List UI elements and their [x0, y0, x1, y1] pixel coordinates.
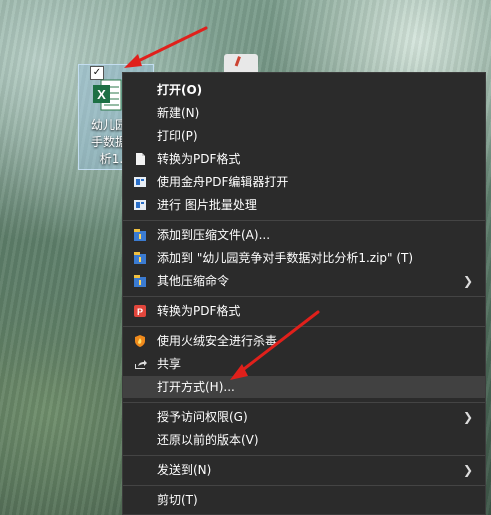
menu-item-print[interactable]: 打印(P): [123, 125, 485, 147]
pdf-convert-icon: P: [134, 305, 146, 317]
menu-item-open-with[interactable]: 打开方式(H)...: [123, 376, 485, 398]
menu-item-label: 打开(O): [157, 83, 203, 97]
menu-item-label: 打印(P): [157, 129, 198, 143]
menu-item-new[interactable]: 新建(N): [123, 102, 485, 124]
menu-separator: [123, 326, 485, 327]
context-menu: 打开(O) 新建(N) 打印(P) 转换为PDF格式 使用金舟PDF编辑器打开 …: [122, 72, 486, 515]
menu-item-label: 发送到(N): [157, 463, 212, 477]
menu-separator: [123, 296, 485, 297]
chevron-right-icon: ❯: [462, 274, 473, 288]
menu-item-label: 共享: [157, 357, 182, 371]
menu-item-open-jinzhou-pdf[interactable]: 使用金舟PDF编辑器打开: [123, 171, 485, 193]
menu-item-convert-pdf-2[interactable]: P 转换为PDF格式: [123, 300, 485, 322]
menu-item-other-compress[interactable]: 其他压缩命令 ❯: [123, 270, 485, 292]
menu-item-label: 添加到压缩文件(A)...: [157, 228, 271, 242]
menu-item-add-to-archive[interactable]: 添加到压缩文件(A)...: [123, 224, 485, 246]
menu-item-label: 转换为PDF格式: [157, 304, 241, 318]
menu-item-label: 授予访问权限(G): [157, 410, 248, 424]
menu-item-label: 使用火绒安全进行杀毒: [157, 334, 278, 348]
menu-separator: [123, 402, 485, 403]
menu-item-label: 转换为PDF格式: [157, 152, 241, 166]
menu-item-cut[interactable]: 剪切(T): [123, 489, 485, 511]
menu-item-label: 进行 图片批量处理: [157, 198, 257, 212]
menu-separator: [123, 220, 485, 221]
pdf-editor-icon: [134, 177, 146, 187]
menu-item-batch-image[interactable]: 进行 图片批量处理: [123, 194, 485, 216]
menu-item-add-to-zip[interactable]: 添加到 "幼儿园竞争对手数据对比分析1.zip" (T): [123, 247, 485, 269]
menu-separator: [123, 455, 485, 456]
menu-item-label: 剪切(T): [157, 493, 198, 507]
pdf-file-icon[interactable]: [224, 54, 258, 74]
menu-item-label: 添加到 "幼儿园竞争对手数据对比分析1.zip" (T): [157, 251, 414, 265]
archive-icon: [134, 229, 146, 241]
menu-item-convert-pdf[interactable]: 转换为PDF格式: [123, 148, 485, 170]
menu-item-grant-access[interactable]: 授予访问权限(G) ❯: [123, 406, 485, 428]
excel-icon: X: [93, 79, 122, 111]
menu-item-huorong-scan[interactable]: 使用火绒安全进行杀毒: [123, 330, 485, 352]
pdf-page-icon: [136, 153, 145, 165]
menu-item-label: 使用金舟PDF编辑器打开: [157, 175, 289, 189]
menu-item-label: 其他压缩命令: [157, 274, 230, 288]
archive-icon: [134, 252, 146, 264]
chevron-right-icon: ❯: [462, 410, 473, 424]
excel-letter: X: [97, 87, 106, 102]
menu-item-label: 新建(N): [157, 106, 200, 120]
huorong-shield-icon: [135, 335, 145, 347]
archive-icon: [134, 275, 146, 287]
image-batch-icon: [134, 200, 146, 210]
share-icon: [135, 360, 147, 369]
menu-item-send-to[interactable]: 发送到(N) ❯: [123, 459, 485, 481]
menu-separator: [123, 485, 485, 486]
menu-item-label: 还原以前的版本(V): [157, 433, 259, 447]
menu-item-open[interactable]: 打开(O): [123, 79, 485, 101]
menu-item-label: 打开方式(H)...: [157, 380, 235, 394]
menu-item-restore-versions[interactable]: 还原以前的版本(V): [123, 429, 485, 451]
svg-text:P: P: [137, 307, 143, 317]
chevron-right-icon: ❯: [462, 463, 473, 477]
menu-item-share[interactable]: 共享: [123, 353, 485, 375]
